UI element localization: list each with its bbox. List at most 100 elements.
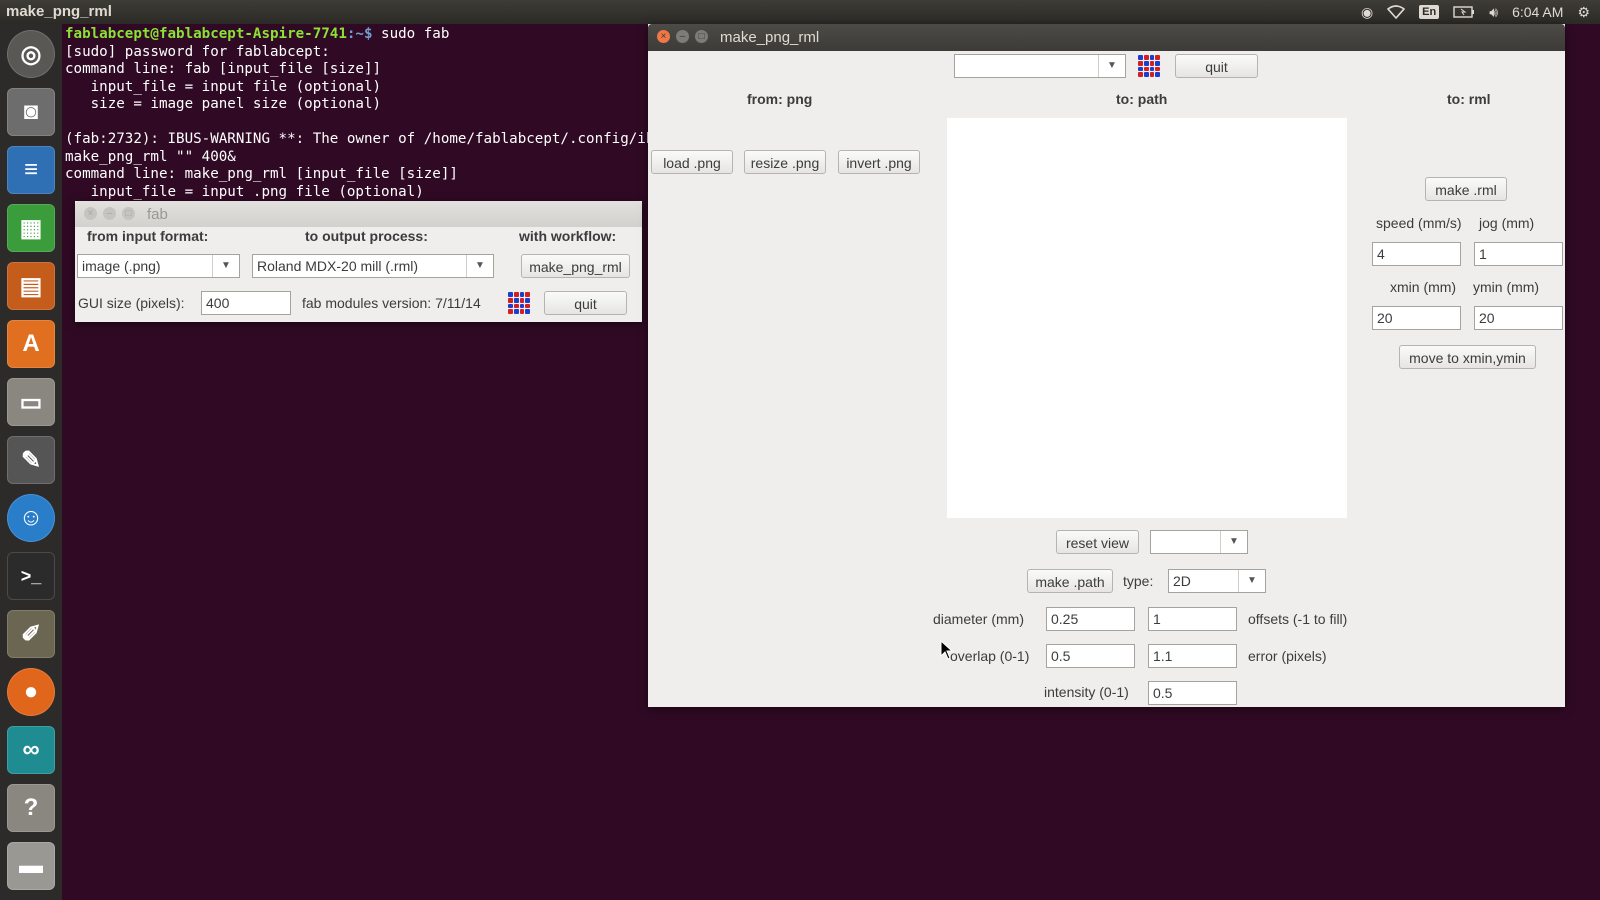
- fab-window-title: fab: [147, 206, 168, 223]
- gui-size-input[interactable]: 400: [201, 291, 291, 315]
- terminal-line: size = image panel size (optional): [65, 96, 382, 112]
- from-input-format-label: from input format:: [87, 228, 209, 244]
- path-preview-canvas[interactable]: [947, 118, 1347, 518]
- input-format-select[interactable]: image (.png) ▼: [77, 254, 240, 278]
- firefox-icon[interactable]: ●: [7, 668, 55, 716]
- make-path-button[interactable]: make .path: [1027, 569, 1113, 593]
- speed-label: speed (mm/s): [1376, 215, 1462, 231]
- overlap-label: overlap (0-1): [950, 648, 1030, 664]
- column-path-label: to: path: [1116, 91, 1168, 107]
- xmin-input[interactable]: 20: [1372, 306, 1461, 330]
- prompt-path: :~$: [346, 26, 373, 42]
- to-output-process-label: to output process:: [305, 228, 428, 244]
- speed-input[interactable]: 4: [1372, 242, 1461, 266]
- active-app-title: make_png_rml: [6, 3, 112, 20]
- make-png-rml-window: × – □ make_png_rml ▼ quit from: png to: …: [648, 24, 1565, 707]
- terminal-line: [sudo] password for fablabcept:: [65, 43, 330, 60]
- close-icon[interactable]: ×: [657, 30, 670, 43]
- type-label: type:: [1123, 573, 1154, 589]
- error-input[interactable]: 1.1: [1148, 644, 1237, 668]
- column-png-label: from: png: [747, 91, 813, 107]
- help-icon[interactable]: ?: [7, 784, 55, 832]
- maximize-icon[interactable]: □: [695, 30, 708, 43]
- ymin-label: ymin (mm): [1473, 279, 1540, 295]
- chevron-down-icon: ▼: [1220, 531, 1247, 553]
- resize-png-button[interactable]: resize .png: [744, 150, 826, 174]
- mouse-cursor-icon: [940, 640, 954, 660]
- sync-icon[interactable]: ◉: [1361, 4, 1373, 21]
- wifi-icon[interactable]: [1387, 5, 1406, 19]
- terminal-line: input_file = input file (optional): [65, 78, 382, 95]
- terminal-icon[interactable]: >_: [7, 552, 55, 600]
- diameter-label: diameter (mm): [933, 611, 1025, 627]
- settings-icon[interactable]: ✎: [7, 436, 55, 484]
- chevron-down-icon: ▼: [1098, 55, 1125, 77]
- arduino-icon[interactable]: ∞: [7, 726, 55, 774]
- fab-logo-icon: [1138, 55, 1160, 77]
- prompt-command: sudo fab: [372, 26, 450, 42]
- reset-view-button[interactable]: reset view: [1056, 530, 1139, 554]
- load-png-button[interactable]: load .png: [651, 150, 733, 174]
- chevron-down-icon: ▼: [466, 255, 493, 277]
- clock[interactable]: 6:04 AM: [1512, 4, 1563, 20]
- volume-icon[interactable]: 🔊︎: [1489, 4, 1498, 21]
- indicator-tray: ◉ En 🔊︎ 6:04 AM ⚙: [1361, 0, 1590, 24]
- make-quit-button[interactable]: quit: [1175, 54, 1258, 78]
- terminal-line: command line: make_png_rml [input_file […: [65, 166, 458, 182]
- with-workflow-label: with workflow:: [519, 228, 617, 244]
- camera-icon[interactable]: ◙: [7, 88, 55, 136]
- intensity-input[interactable]: 0.5: [1148, 681, 1237, 705]
- software-center-icon[interactable]: A: [7, 320, 55, 368]
- output-process-select[interactable]: Roland MDX-20 mill (.rml) ▼: [252, 254, 494, 278]
- jog-label: jog (mm): [1479, 215, 1535, 231]
- top-select[interactable]: ▼: [954, 54, 1126, 78]
- minimize-icon[interactable]: –: [676, 30, 689, 43]
- type-select-value: 2D: [1173, 573, 1191, 589]
- offsets-input[interactable]: 1: [1148, 607, 1237, 631]
- ymin-input[interactable]: 20: [1474, 306, 1563, 330]
- chevron-down-icon: ▼: [1238, 570, 1265, 592]
- workflow-button[interactable]: make_png_rml: [521, 254, 630, 278]
- offsets-label: offsets (-1 to fill): [1248, 611, 1348, 627]
- move-to-xmin-ymin-button[interactable]: move to xmin,ymin: [1399, 345, 1536, 369]
- make-window-title: make_png_rml: [720, 29, 820, 46]
- input-format-value: image (.png): [82, 258, 161, 274]
- column-rml-label: to: rml: [1447, 91, 1491, 107]
- error-label: error (pixels): [1248, 648, 1327, 664]
- battery-icon[interactable]: [1453, 6, 1475, 18]
- diameter-input[interactable]: 0.25: [1046, 607, 1135, 631]
- fab-window: × – □ fab from input format: to output p…: [75, 201, 642, 322]
- impress-icon[interactable]: ▤: [7, 262, 55, 310]
- terminal-line: command line: fab [input_file [size]]: [65, 61, 382, 77]
- gimp-icon[interactable]: ✐: [7, 610, 55, 658]
- chevron-down-icon: ▼: [212, 255, 239, 277]
- overlap-input[interactable]: 0.5: [1046, 644, 1135, 668]
- chat-icon[interactable]: ☺: [7, 494, 55, 542]
- intensity-label: intensity (0-1): [1044, 684, 1129, 700]
- minimize-icon[interactable]: –: [103, 207, 116, 220]
- gear-icon[interactable]: ⚙: [1577, 4, 1590, 21]
- terminal-line: make_png_rml "" 400&: [65, 148, 236, 165]
- calc-icon[interactable]: ▦: [7, 204, 55, 252]
- fab-logo-icon: [508, 292, 530, 314]
- invert-png-button[interactable]: invert .png: [838, 150, 920, 174]
- output-process-value: Roland MDX-20 mill (.rml): [257, 258, 419, 274]
- close-icon[interactable]: ×: [84, 207, 97, 220]
- writer-icon[interactable]: ≡: [7, 146, 55, 194]
- dash-icon[interactable]: ◎: [7, 30, 55, 78]
- make-titlebar[interactable]: × – □ make_png_rml: [648, 24, 1565, 51]
- maximize-icon[interactable]: □: [122, 207, 135, 220]
- type-select[interactable]: 2D ▼: [1168, 569, 1266, 593]
- launcher: ◎ ◙ ≡ ▦ ▤ A ▭ ✎ ☺ >_ ✐ ● ∞ ? ▬: [0, 24, 62, 900]
- keyboard-language-indicator[interactable]: En: [1419, 5, 1440, 19]
- fab-titlebar[interactable]: × – □ fab: [75, 201, 642, 227]
- terminal-line: input_file = input .png file (optional): [65, 183, 424, 200]
- view-select[interactable]: ▼: [1150, 530, 1248, 554]
- top-panel: make_png_rml ◉ En 🔊︎ 6:04 AM ⚙: [0, 0, 1600, 24]
- files-icon[interactable]: ▭: [7, 378, 55, 426]
- jog-input[interactable]: 1: [1474, 242, 1563, 266]
- fab-quit-button[interactable]: quit: [544, 291, 627, 315]
- version-label: fab modules version: 7/11/14: [302, 295, 481, 311]
- drive-icon[interactable]: ▬: [7, 842, 55, 890]
- make-rml-button[interactable]: make .rml: [1425, 177, 1507, 201]
